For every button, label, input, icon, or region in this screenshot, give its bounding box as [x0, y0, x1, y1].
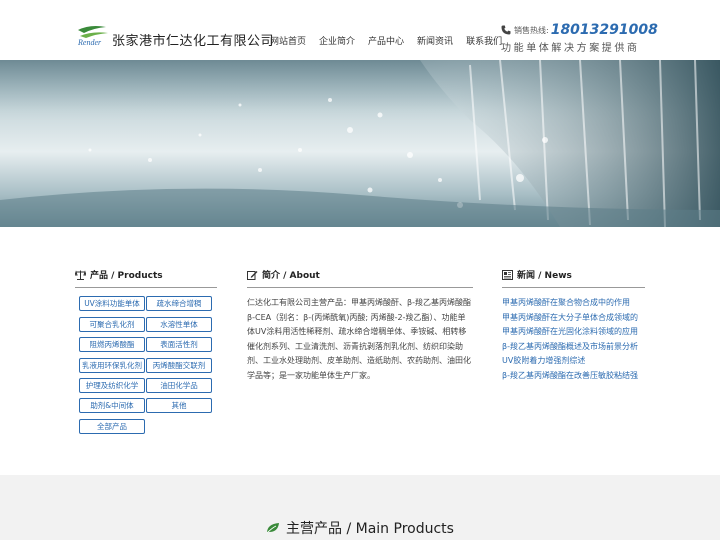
company-intro-text: 仁达化工有限公司主营产品：甲基丙烯酸酐、β-羧乙基丙烯酸酯β-CEA（别名：β-… — [247, 298, 471, 380]
about-heading: 简介 / About — [247, 268, 320, 281]
company-name: 张家港市仁达化工有限公司 — [112, 34, 275, 49]
product-category-other[interactable]: 其他 — [146, 398, 212, 413]
product-category-hydrophobic-thickening[interactable]: 疏水缔合增稠 — [146, 296, 212, 311]
about-title: 简介 / About — [262, 271, 320, 281]
water-splash-image — [0, 60, 720, 227]
main-nav: 网站首页 企业简介 产品中心 新闻资讯 联系我们 — [270, 34, 515, 47]
news-item[interactable]: β-羧乙基丙烯酸酯在改善压敏胶粘结强 — [502, 369, 638, 384]
hotline-label: 销售热线: — [514, 25, 549, 35]
product-category-water-soluble-monomer[interactable]: 水溶性单体 — [146, 317, 212, 332]
news-title: 新闻 / News — [517, 271, 572, 281]
news-item[interactable]: 甲基丙烯酸酐在聚合物合成中的作用 — [502, 296, 638, 311]
hero-banner — [0, 60, 720, 227]
main-products-title: 主营产品 / Main Products — [286, 521, 454, 537]
nav-contact[interactable]: 联系我们 — [466, 34, 502, 47]
sales-hotline: 销售热线: 18013291008 — [501, 22, 658, 38]
product-category-eco-emulsifier[interactable]: 乳液用环保乳化剂 — [79, 358, 145, 373]
product-category-oilfield[interactable]: 油田化学品 — [146, 378, 212, 393]
edit-icon — [247, 270, 258, 280]
news-item[interactable]: 甲基丙烯酸酐在光固化涂料领域的应用 — [502, 325, 638, 340]
about-divider — [247, 287, 473, 288]
product-category-uv-monomer[interactable]: UV涂料功能单体 — [79, 296, 145, 311]
nav-about[interactable]: 企业简介 — [319, 34, 355, 47]
nav-home[interactable]: 网站首页 — [270, 34, 306, 47]
news-list: 甲基丙烯酸酐在聚合物合成中的作用 甲基丙烯酸酐在大分子单体合成领域的 甲基丙烯酸… — [502, 296, 638, 384]
product-category-all[interactable]: 全部产品 — [79, 419, 145, 434]
product-category-additives[interactable]: 助剂&中间体 — [79, 398, 145, 413]
nav-products[interactable]: 产品中心 — [368, 34, 404, 47]
products-title: 产品 / Products — [90, 271, 163, 281]
nav-news[interactable]: 新闻资讯 — [417, 34, 453, 47]
slogan: 功能单体解决方案提供商 — [501, 43, 640, 54]
newspaper-icon — [502, 269, 513, 280]
news-item[interactable]: 甲基丙烯酸酐在大分子单体合成领域的 — [502, 311, 638, 326]
hotline-number[interactable]: 18013291008 — [551, 22, 658, 38]
site-header: Render 张家港市仁达化工有限公司 网站首页 企业简介 产品中心 新闻资讯 … — [0, 0, 720, 60]
svg-text:Render: Render — [77, 38, 102, 46]
product-category-surfactant[interactable]: 表面活性剂 — [146, 337, 212, 352]
company-logo[interactable]: Render — [76, 24, 112, 46]
scale-icon — [75, 269, 86, 280]
product-category-crosslinker[interactable]: 丙烯酸酯交联剂 — [146, 358, 212, 373]
news-heading: 新闻 / News — [502, 268, 572, 281]
product-category-polymerizable-emulsifier[interactable]: 可聚合乳化剂 — [79, 317, 145, 332]
products-divider — [75, 287, 217, 288]
main-products-heading: 主营产品 / Main Products — [0, 518, 720, 538]
leaf-icon — [266, 523, 280, 534]
phone-icon — [501, 25, 511, 35]
product-category-care-textile[interactable]: 护理及纺织化学 — [79, 378, 145, 393]
news-item[interactable]: UV胶附着力增强剂综述 — [502, 354, 638, 369]
product-category-flame-retardant[interactable]: 阻燃丙烯酸酯 — [79, 337, 145, 352]
news-divider — [502, 287, 645, 288]
products-heading: 产品 / Products — [75, 268, 163, 281]
news-item[interactable]: β-羧乙基丙烯酸酯概述及市场前景分析 — [502, 340, 638, 355]
